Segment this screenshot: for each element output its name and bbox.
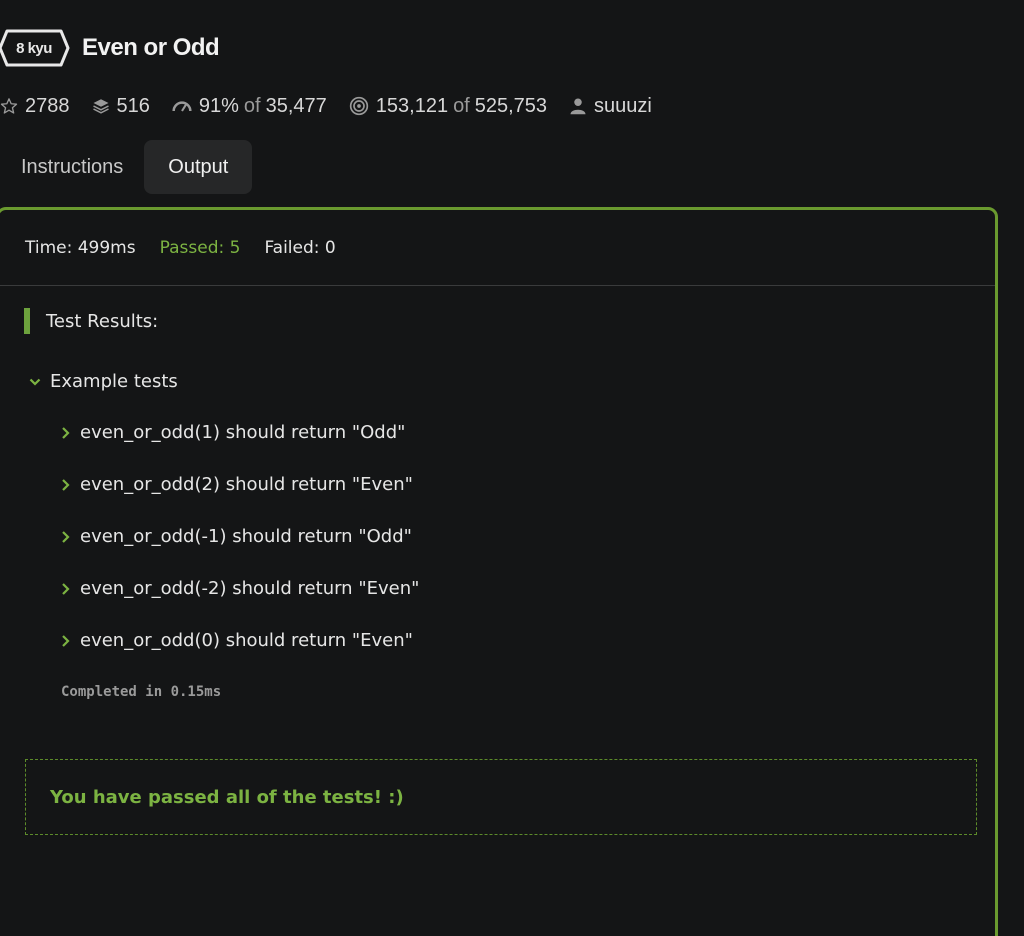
rank-label: 8 kyu (16, 39, 52, 57)
passed-count: Passed: 5 (159, 238, 241, 258)
user-icon (569, 97, 587, 115)
kata-stats: 2788 516 91% of 35,477 153,121 of 525,75… (0, 92, 674, 120)
test-label: even_or_odd(1) should return "Odd" (80, 422, 406, 443)
star-icon (0, 97, 18, 115)
stars-stat[interactable]: 2788 (0, 95, 70, 118)
satisfaction-percent: 91% (198, 94, 239, 117)
chevron-down-icon (29, 377, 41, 387)
completed-count: 153,121 (375, 94, 449, 117)
test-label: even_or_odd(-2) should return "Even" (80, 578, 420, 599)
chevron-right-icon (61, 426, 70, 440)
satisfaction-stat: 91% of 35,477 (172, 95, 327, 118)
test-item[interactable]: even_or_odd(1) should return "Odd" (61, 422, 419, 474)
gauge-icon (172, 98, 192, 114)
group-label: Example tests (50, 371, 178, 392)
time-label: Time: 499ms (25, 238, 136, 258)
page-title: Even or Odd (82, 34, 220, 61)
test-label: even_or_odd(0) should return "Even" (80, 630, 413, 651)
completions-stat: 153,121 of 525,753 (349, 95, 547, 118)
test-item[interactable]: even_or_odd(-2) should return "Even" (61, 578, 419, 630)
target-icon (349, 96, 369, 116)
test-summary: Time: 499ms Passed: 5 Failed: 0 (25, 238, 360, 258)
chevron-right-icon (61, 582, 70, 596)
kata-tabs: Instructions Output (0, 140, 253, 194)
chevron-right-icon (61, 530, 70, 544)
chevron-right-icon (61, 634, 70, 648)
test-list: even_or_odd(1) should return "Odd" even_… (61, 422, 419, 682)
rank-badge: 8 kyu (0, 29, 70, 67)
summary-divider (0, 285, 995, 286)
layers-icon (92, 97, 110, 115)
pass-message: You have passed all of the tests! :) (25, 759, 977, 835)
attempted-count: 525,753 (474, 94, 548, 117)
failed-count: Failed: 0 (264, 238, 336, 258)
example-tests-group[interactable]: Example tests (29, 371, 178, 392)
satisfaction-of: of (243, 94, 261, 117)
collections-count: 516 (116, 94, 150, 117)
test-label: even_or_odd(2) should return "Even" (80, 474, 413, 495)
completed-time: Completed in 0.15ms (61, 684, 222, 700)
collections-stat[interactable]: 516 (92, 95, 150, 118)
stars-count: 2788 (25, 94, 70, 117)
output-panel: Time: 499ms Passed: 5 Failed: 0 Test Res… (0, 207, 998, 936)
test-item[interactable]: even_or_odd(2) should return "Even" (61, 474, 419, 526)
tab-output[interactable]: Output (144, 140, 253, 194)
completed-of: of (453, 94, 470, 117)
test-label: even_or_odd(-1) should return "Odd" (80, 526, 412, 547)
test-results-heading: Test Results: (24, 308, 158, 334)
kata-header: 8 kyu Even or Odd (0, 28, 220, 68)
heading-accent-bar (24, 308, 30, 334)
author-stat[interactable]: suuuzi (569, 95, 652, 118)
chevron-right-icon (61, 478, 70, 492)
tab-instructions[interactable]: Instructions (0, 140, 144, 194)
test-item[interactable]: even_or_odd(-1) should return "Odd" (61, 526, 419, 578)
satisfaction-votes: 35,477 (265, 94, 327, 117)
test-results-label: Test Results: (46, 310, 159, 332)
author-link[interactable]: suuuzi (594, 95, 652, 118)
test-item[interactable]: even_or_odd(0) should return "Even" (61, 630, 419, 682)
kata-page: 8 kyu Even or Odd 2788 516 91% of 35,477… (0, 0, 1024, 936)
